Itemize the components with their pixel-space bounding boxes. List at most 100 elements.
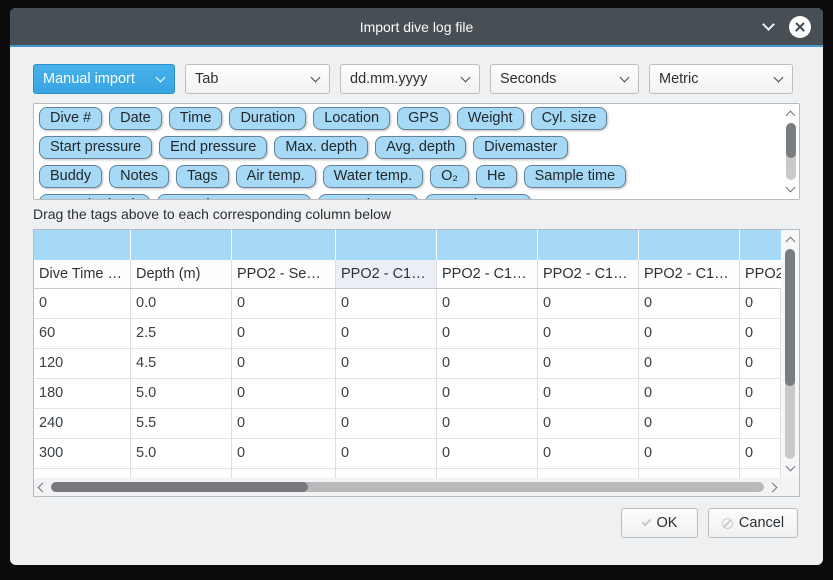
drop-cell[interactable] <box>437 230 538 260</box>
table-cell: 0 <box>639 439 740 469</box>
chevron-down-icon <box>311 73 321 83</box>
column-header: PPO2 - Se… <box>232 260 336 288</box>
import-table: Dive Time … Depth (m) PPO2 - Se… PPO2 - … <box>33 229 800 497</box>
column-header: Depth (m) <box>131 260 232 288</box>
tag-air-temp[interactable]: Air temp. <box>236 165 316 188</box>
tag-avg-depth[interactable]: Avg. depth <box>375 136 466 159</box>
tag-tags[interactable]: Tags <box>176 165 229 188</box>
tag-sample-time[interactable]: Sample time <box>524 165 627 188</box>
column-header: PPO2 - C1… <box>639 260 740 288</box>
drop-cell[interactable] <box>131 230 232 260</box>
units-select[interactable]: Metric <box>649 64 793 94</box>
table-cell: 0 <box>538 349 639 379</box>
table-cell: 0 <box>232 439 336 469</box>
scroll-up-icon[interactable] <box>785 237 795 247</box>
tag-cyl-size[interactable]: Cyl. size <box>531 107 608 130</box>
table-cell: 0 <box>34 289 131 319</box>
table-cell: 4.5 <box>131 349 232 379</box>
import-options-toolbar: Manual import Tab dd.mm.yyyy Seconds Met… <box>33 64 800 94</box>
tag-max-depth[interactable]: Max. depth <box>274 136 368 159</box>
scrollbar-thumb[interactable] <box>785 249 795 386</box>
table-cell: 240 <box>34 409 131 439</box>
table-cell: 0 <box>639 379 740 409</box>
table-cell: 120 <box>34 349 131 379</box>
scroll-down-icon[interactable] <box>785 462 795 472</box>
tag-gps[interactable]: GPS <box>397 107 450 130</box>
tag-location[interactable]: Location <box>313 107 390 130</box>
table-cell: 0 <box>232 289 336 319</box>
drop-cell[interactable] <box>639 230 740 260</box>
tags-scrollbar[interactable] <box>783 105 798 198</box>
table-row: 60 2.5 0 0 0 0 0 0 <box>34 319 781 349</box>
date-format-value: dd.mm.yyyy <box>350 71 427 87</box>
table-row: 120 4.5 0 0 0 0 0 0 <box>34 349 781 379</box>
tag-o2[interactable]: O₂ <box>430 165 469 188</box>
drop-cell[interactable] <box>538 230 639 260</box>
tag-he[interactable]: He <box>476 165 517 188</box>
tag-notes[interactable]: Notes <box>109 165 169 188</box>
close-button[interactable] <box>789 16 811 38</box>
table-header-row: Dive Time … Depth (m) PPO2 - Se… PPO2 - … <box>34 260 781 289</box>
date-format-select[interactable]: dd.mm.yyyy <box>340 64 480 94</box>
scrollbar-track[interactable] <box>786 123 796 180</box>
scroll-left-icon[interactable] <box>38 482 48 492</box>
table-cell: 0 <box>639 409 740 439</box>
column-header: PPO2 - C1… <box>740 260 781 288</box>
table-cell: 0 <box>232 379 336 409</box>
tag-start-pressure[interactable]: Start pressure <box>39 136 152 159</box>
tag-buddy[interactable]: Buddy <box>39 165 102 188</box>
tag-end-pressure[interactable]: End pressure <box>159 136 267 159</box>
cancel-icon <box>722 518 733 529</box>
table-cell: 0 <box>740 379 781 409</box>
import-type-select[interactable]: Manual import <box>33 64 175 94</box>
time-format-select[interactable]: Seconds <box>490 64 639 94</box>
table-vertical-scrollbar[interactable] <box>781 230 799 478</box>
table-cell: 0 <box>336 409 437 439</box>
drop-cell[interactable] <box>336 230 437 260</box>
table-row: 180 5.0 0 0 0 0 0 0 <box>34 379 781 409</box>
scroll-up-icon[interactable] <box>786 111 796 121</box>
scrollbar-track[interactable] <box>51 482 764 492</box>
tag-sample-cns[interactable]: Sample CNS <box>425 194 531 200</box>
table-horizontal-scrollbar[interactable] <box>34 478 781 496</box>
table-cell: 0 <box>538 439 639 469</box>
import-dialog-window: Import dive log file Manual import Tab d… <box>10 8 823 565</box>
table-cell: 0.0 <box>131 289 232 319</box>
tag-sample-depth[interactable]: Sample depth <box>39 194 150 200</box>
scrollbar-thumb[interactable] <box>51 482 308 492</box>
scrollbar-thumb[interactable] <box>786 123 796 158</box>
drop-cell[interactable] <box>740 230 781 260</box>
ok-button[interactable]: OK <box>621 508 698 538</box>
table-cell <box>538 469 639 478</box>
table-cell <box>131 469 232 478</box>
drop-cell[interactable] <box>34 230 131 260</box>
units-value: Metric <box>659 71 698 87</box>
scroll-down-icon[interactable] <box>786 183 796 193</box>
tag-row: Buddy Notes Tags Air temp. Water temp. O… <box>39 165 779 188</box>
tag-divemaster[interactable]: Divemaster <box>473 136 568 159</box>
scroll-right-icon[interactable] <box>768 482 778 492</box>
chevron-down-icon[interactable] <box>762 18 775 31</box>
table-cell: 2.5 <box>131 319 232 349</box>
field-separator-select[interactable]: Tab <box>185 64 330 94</box>
cancel-button[interactable]: Cancel <box>708 508 798 538</box>
drop-cell[interactable] <box>232 230 336 260</box>
table-cell: 5.5 <box>131 409 232 439</box>
tag-dive-number[interactable]: Dive # <box>39 107 102 130</box>
dialog-button-box: OK Cancel <box>33 508 800 538</box>
scrollbar-track[interactable] <box>785 249 795 459</box>
cancel-button-label: Cancel <box>739 515 784 531</box>
tag-weight[interactable]: Weight <box>457 107 524 130</box>
tag-time[interactable]: Time <box>169 107 223 130</box>
table-cell: 0 <box>336 439 437 469</box>
tag-date[interactable]: Date <box>109 107 162 130</box>
tag-duration[interactable]: Duration <box>229 107 306 130</box>
tag-sample-temperature[interactable]: Sample temperature <box>157 194 310 200</box>
tag-water-temp[interactable]: Water temp. <box>323 165 423 188</box>
table-cell: 0 <box>639 319 740 349</box>
scrollbar-corner <box>781 478 799 496</box>
table-cell <box>336 469 437 478</box>
tag-sample-po2[interactable]: Sample pO₂ <box>318 194 418 200</box>
table-cell: 0 <box>538 379 639 409</box>
chevron-down-icon <box>620 73 630 83</box>
